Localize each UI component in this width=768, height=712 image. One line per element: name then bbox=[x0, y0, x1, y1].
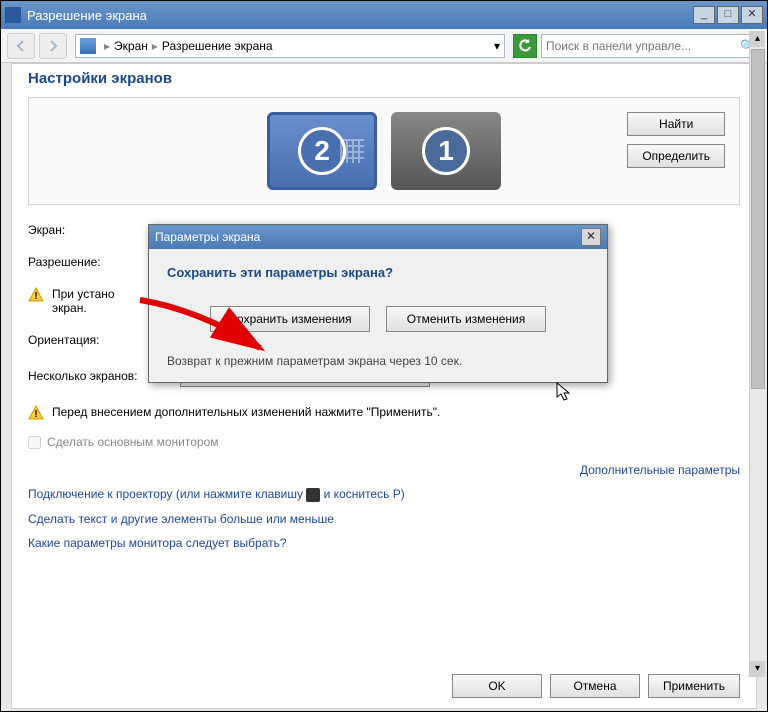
monitor-number: 1 bbox=[422, 127, 470, 175]
vertical-scrollbar[interactable]: ▴ ▾ bbox=[749, 31, 765, 677]
warning-icon: ! bbox=[28, 287, 44, 303]
ok-button[interactable]: OK bbox=[452, 674, 542, 698]
dialog-question: Сохранить эти параметры экрана? bbox=[167, 265, 589, 280]
dialog-body: Сохранить эти параметры экрана? Сохранит… bbox=[149, 249, 607, 382]
titlebar[interactable]: Разрешение экрана _ □ ✕ bbox=[1, 1, 767, 29]
dialog-countdown: Возврат к прежним параметрам экрана чере… bbox=[167, 354, 589, 368]
maximize-button[interactable]: □ bbox=[717, 6, 739, 24]
arrow-right-icon bbox=[45, 38, 61, 54]
grid-icon bbox=[340, 139, 364, 163]
warning-icon: ! bbox=[28, 405, 44, 421]
breadcrumb[interactable]: ▸ Экран ▸ Разрешение экрана ▾ bbox=[75, 34, 505, 58]
dialog-buttons: Сохранить изменения Отменить изменения bbox=[167, 306, 589, 332]
monitor-actions: Найти Определить bbox=[627, 112, 725, 168]
save-changes-button[interactable]: Сохранить изменения bbox=[210, 306, 370, 332]
breadcrumb-part[interactable]: Экран bbox=[114, 39, 148, 53]
warning-text: Перед внесением дополнительных изменений… bbox=[52, 405, 440, 419]
toolbar: ▸ Экран ▸ Разрешение экрана ▾ 🔍 bbox=[1, 29, 767, 63]
breadcrumb-sep: ▸ bbox=[152, 39, 158, 53]
monitor-2[interactable]: 2 bbox=[267, 112, 377, 190]
monitor-preview: 2 1 Найти Определить bbox=[28, 97, 740, 205]
monitor-1[interactable]: 1 bbox=[391, 112, 501, 190]
nav-back-button[interactable] bbox=[7, 33, 35, 59]
cancel-button[interactable]: Отмена bbox=[550, 674, 640, 698]
refresh-button[interactable] bbox=[513, 34, 537, 58]
dialog-titlebar[interactable]: Параметры экрана ✕ bbox=[149, 225, 607, 249]
app-icon bbox=[5, 7, 21, 23]
dialog-title: Параметры экрана bbox=[155, 230, 260, 244]
close-button[interactable]: ✕ bbox=[741, 6, 763, 24]
label-resolution: Разрешение: bbox=[28, 255, 158, 269]
minimize-button[interactable]: _ bbox=[693, 6, 715, 24]
confirm-dialog: Параметры экрана ✕ Сохранить эти парамет… bbox=[148, 224, 608, 383]
breadcrumb-dropdown[interactable]: ▾ bbox=[494, 39, 500, 53]
monitor-number: 2 bbox=[298, 127, 346, 175]
detect-button[interactable]: Определить bbox=[627, 144, 725, 168]
label-screen: Экран: bbox=[28, 223, 158, 237]
warning-text: При устаноэкран. bbox=[52, 287, 115, 315]
primary-label: Сделать основным монитором bbox=[47, 435, 219, 449]
search-box[interactable]: 🔍 bbox=[541, 34, 761, 58]
svg-text:!: ! bbox=[34, 409, 37, 420]
dialog-buttons: OK Отмена Применить bbox=[452, 674, 740, 698]
breadcrumb-sep: ▸ bbox=[104, 39, 110, 53]
link-which-settings[interactable]: Какие параметры монитора следует выбрать… bbox=[28, 536, 740, 550]
link-text-size[interactable]: Сделать текст и другие элементы больше и… bbox=[28, 512, 740, 526]
scroll-up-button[interactable]: ▴ bbox=[750, 31, 765, 47]
refresh-icon bbox=[518, 39, 532, 53]
label-orientation: Ориентация: bbox=[28, 333, 158, 347]
window-title: Разрешение экрана bbox=[27, 8, 691, 23]
find-button[interactable]: Найти bbox=[627, 112, 725, 136]
label-multi: Несколько экранов: bbox=[28, 369, 168, 383]
revert-changes-button[interactable]: Отменить изменения bbox=[386, 306, 546, 332]
windows-key-icon bbox=[306, 488, 320, 502]
monitor-icon bbox=[80, 38, 96, 54]
warning-apply: ! Перед внесением дополнительных изменен… bbox=[28, 405, 740, 421]
link-projector[interactable]: Подключение к проектору (или нажмите кла… bbox=[28, 487, 740, 502]
scroll-thumb[interactable] bbox=[751, 49, 765, 389]
svg-text:!: ! bbox=[34, 291, 37, 302]
link-advanced[interactable]: Дополнительные параметры bbox=[28, 463, 740, 477]
page-heading: Настройки экранов bbox=[28, 70, 740, 87]
content-area: Настройки экранов 2 1 Найти Определить Э… bbox=[11, 63, 757, 709]
nav-forward-button[interactable] bbox=[39, 33, 67, 59]
apply-button[interactable]: Применить bbox=[648, 674, 740, 698]
arrow-left-icon bbox=[13, 38, 29, 54]
dialog-close-button[interactable]: ✕ bbox=[581, 228, 601, 246]
primary-checkbox bbox=[28, 436, 41, 449]
breadcrumb-part[interactable]: Разрешение экрана bbox=[162, 39, 273, 53]
row-primary: Сделать основным монитором bbox=[28, 435, 740, 449]
scroll-down-button[interactable]: ▾ bbox=[750, 661, 765, 677]
search-input[interactable] bbox=[546, 39, 740, 53]
